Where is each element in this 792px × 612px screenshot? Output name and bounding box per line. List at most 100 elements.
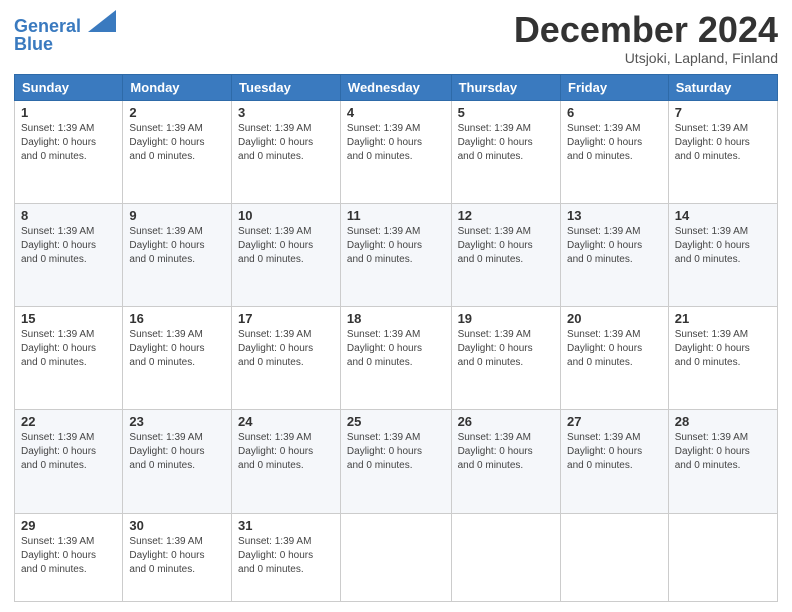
table-row: 4 Sunset: 1:39 AM Daylight: 0 hours and 0…	[340, 100, 451, 203]
table-row	[668, 513, 777, 601]
col-thursday: Thursday	[451, 74, 560, 100]
table-row: 29 Sunset: 1:39 AM Daylight: 0 hours and …	[15, 513, 123, 601]
day-number: 8	[21, 208, 116, 223]
table-row: 9 Sunset: 1:39 AM Daylight: 0 hours and 0…	[123, 203, 232, 306]
day-number: 1	[21, 105, 116, 120]
subtitle: Utsjoki, Lapland, Finland	[514, 50, 778, 66]
day-number: 20	[567, 311, 662, 326]
day-info: Sunset: 1:39 AM Daylight: 0 hours and 0 …	[238, 535, 334, 577]
day-info: Sunset: 1:39 AM Daylight: 0 hours and 0 …	[567, 122, 662, 164]
table-row: 28Sunset: 1:39 AM Daylight: 0 hours and …	[668, 410, 777, 513]
table-row: 12Sunset: 1:39 AM Daylight: 0 hours and …	[451, 203, 560, 306]
day-number: 11	[347, 208, 445, 223]
table-row: 13 Sunset: 1:39 AM Daylight: 0 hours and …	[561, 203, 669, 306]
day-info: Sunset: 1:39 AM Daylight: 0 hours and 0 …	[347, 431, 445, 473]
day-number: 15	[21, 311, 116, 326]
day-info: Sunset: 1:39 AM Daylight: 0 hours and 0 …	[21, 535, 116, 577]
day-info: Sunset: 1:39 AM Daylight: 0 hours and 0 …	[347, 122, 445, 164]
day-number: 5	[458, 105, 554, 120]
logo: General Blue	[14, 14, 116, 55]
day-number: 13	[567, 208, 662, 223]
day-info: Sunset: 1:39 AM Daylight: 0 hours and 0 …	[567, 328, 662, 370]
day-info: Sunset: 1:39 AM Daylight: 0 hours and 0 …	[458, 122, 554, 164]
table-row: 14 Sunset: 1:39 AM Daylight: 0 hours and …	[668, 203, 777, 306]
table-row: 11 Sunset: 1:39 AM Daylight: 0 hours and …	[340, 203, 451, 306]
col-wednesday: Wednesday	[340, 74, 451, 100]
day-number: 19	[458, 311, 554, 326]
day-number: 27	[567, 414, 662, 429]
table-row	[340, 513, 451, 601]
table-row: 7Sunset: 1:39 AM Daylight: 0 hours and 0…	[668, 100, 777, 203]
day-info: Sunset: 1:39 AM Daylight: 0 hours and 0 …	[675, 328, 771, 370]
day-number: 24	[238, 414, 334, 429]
table-row: 16Sunset: 1:39 AM Daylight: 0 hours and …	[123, 307, 232, 410]
day-info: Sunset: 1:39 AM Daylight: 0 hours and 0 …	[21, 431, 116, 473]
day-info: Sunset: 1:39 AM Daylight: 0 hours and 0 …	[21, 122, 116, 164]
day-number: 16	[129, 311, 225, 326]
day-number: 26	[458, 414, 554, 429]
logo-blue: Blue	[14, 35, 116, 55]
day-info: Sunset: 1:39 AM Daylight: 0 hours and 0 …	[129, 225, 225, 267]
logo-general: General	[14, 16, 81, 36]
table-row: 26 Sunset: 1:39 AM Daylight: 0 hours and …	[451, 410, 560, 513]
day-number: 9	[129, 208, 225, 223]
day-number: 4	[347, 105, 445, 120]
table-row: 18 Sunset: 1:39 AM Daylight: 0 hours and …	[340, 307, 451, 410]
day-info: Sunset: 1:39 AM Daylight: 0 hours and 0 …	[129, 535, 225, 577]
day-number: 7	[675, 105, 771, 120]
table-row: 24 Sunset: 1:39 AM Daylight: 0 hours and …	[232, 410, 341, 513]
table-row: 20 Sunset: 1:39 AM Daylight: 0 hours and …	[561, 307, 669, 410]
page: General Blue December 2024 Utsjoki, Lapl…	[0, 0, 792, 612]
day-number: 2	[129, 105, 225, 120]
day-info: Sunset: 1:39 AM Daylight: 0 hours and 0 …	[238, 225, 334, 267]
day-number: 31	[238, 518, 334, 533]
day-info: Sunset: 1:39 AM Daylight: 0 hours and 0 …	[238, 328, 334, 370]
day-number: 21	[675, 311, 771, 326]
table-row: 5 Sunset: 1:39 AM Daylight: 0 hours and 0…	[451, 100, 560, 203]
header: General Blue December 2024 Utsjoki, Lapl…	[14, 10, 778, 66]
day-info: Sunset: 1:39 AM Daylight: 0 hours and 0 …	[458, 328, 554, 370]
table-row: 2 Sunset: 1:39 AM Daylight: 0 hours and 0…	[123, 100, 232, 203]
day-number: 14	[675, 208, 771, 223]
table-row: 3 Sunset: 1:39 AM Daylight: 0 hours and 0…	[232, 100, 341, 203]
day-info: Sunset: 1:39 AM Daylight: 0 hours and 0 …	[347, 328, 445, 370]
table-row: 6 Sunset: 1:39 AM Daylight: 0 hours and 0…	[561, 100, 669, 203]
day-info: Sunset: 1:39 AM Daylight: 0 hours and 0 …	[458, 431, 554, 473]
day-number: 6	[567, 105, 662, 120]
day-info: Sunset: 1:39 AM Daylight: 0 hours and 0 …	[21, 225, 116, 267]
day-info: Sunset: 1:39 AM Daylight: 0 hours and 0 …	[675, 225, 771, 267]
day-info: Sunset: 1:39 AM Daylight: 0 hours and 0 …	[21, 328, 116, 370]
table-row: 19 Sunset: 1:39 AM Daylight: 0 hours and …	[451, 307, 560, 410]
day-number: 29	[21, 518, 116, 533]
day-number: 22	[21, 414, 116, 429]
table-row: 30 Sunset: 1:39 AM Daylight: 0 hours and …	[123, 513, 232, 601]
day-info: Sunset: 1:39 AM Daylight: 0 hours and 0 …	[129, 122, 225, 164]
day-number: 23	[129, 414, 225, 429]
day-info: Sunset: 1:39 AM Daylight: 0 hours and 0 …	[567, 431, 662, 473]
day-number: 3	[238, 105, 334, 120]
col-saturday: Saturday	[668, 74, 777, 100]
day-info: Sunset: 1:39 AM Daylight: 0 hours and 0 …	[567, 225, 662, 267]
day-number: 30	[129, 518, 225, 533]
day-number: 10	[238, 208, 334, 223]
calendar-header-row: Sunday Monday Tuesday Wednesday Thursday…	[15, 74, 778, 100]
day-info: Sunset: 1:39 AM Daylight: 0 hours and 0 …	[238, 431, 334, 473]
day-number: 18	[347, 311, 445, 326]
main-title: December 2024	[514, 10, 778, 50]
calendar-table: Sunday Monday Tuesday Wednesday Thursday…	[14, 74, 778, 602]
day-info: Sunset: 1:39 AM Daylight: 0 hours and 0 …	[458, 225, 554, 267]
table-row: 31 Sunset: 1:39 AM Daylight: 0 hours and …	[232, 513, 341, 601]
day-number: 25	[347, 414, 445, 429]
day-number: 28	[675, 414, 771, 429]
table-row: 27 Sunset: 1:39 AM Daylight: 0 hours and …	[561, 410, 669, 513]
table-row: 25 Sunset: 1:39 AM Daylight: 0 hours and …	[340, 410, 451, 513]
day-info: Sunset: 1:39 AM Daylight: 0 hours and 0 …	[347, 225, 445, 267]
col-monday: Monday	[123, 74, 232, 100]
day-info: Sunset: 1:39 AM Daylight: 0 hours and 0 …	[238, 122, 334, 164]
table-row	[451, 513, 560, 601]
table-row: 17 Sunset: 1:39 AM Daylight: 0 hours and …	[232, 307, 341, 410]
col-friday: Friday	[561, 74, 669, 100]
day-number: 17	[238, 311, 334, 326]
table-row: 15 Sunset: 1:39 AM Daylight: 0 hours and …	[15, 307, 123, 410]
day-info: Sunset: 1:39 AM Daylight: 0 hours and 0 …	[129, 431, 225, 473]
